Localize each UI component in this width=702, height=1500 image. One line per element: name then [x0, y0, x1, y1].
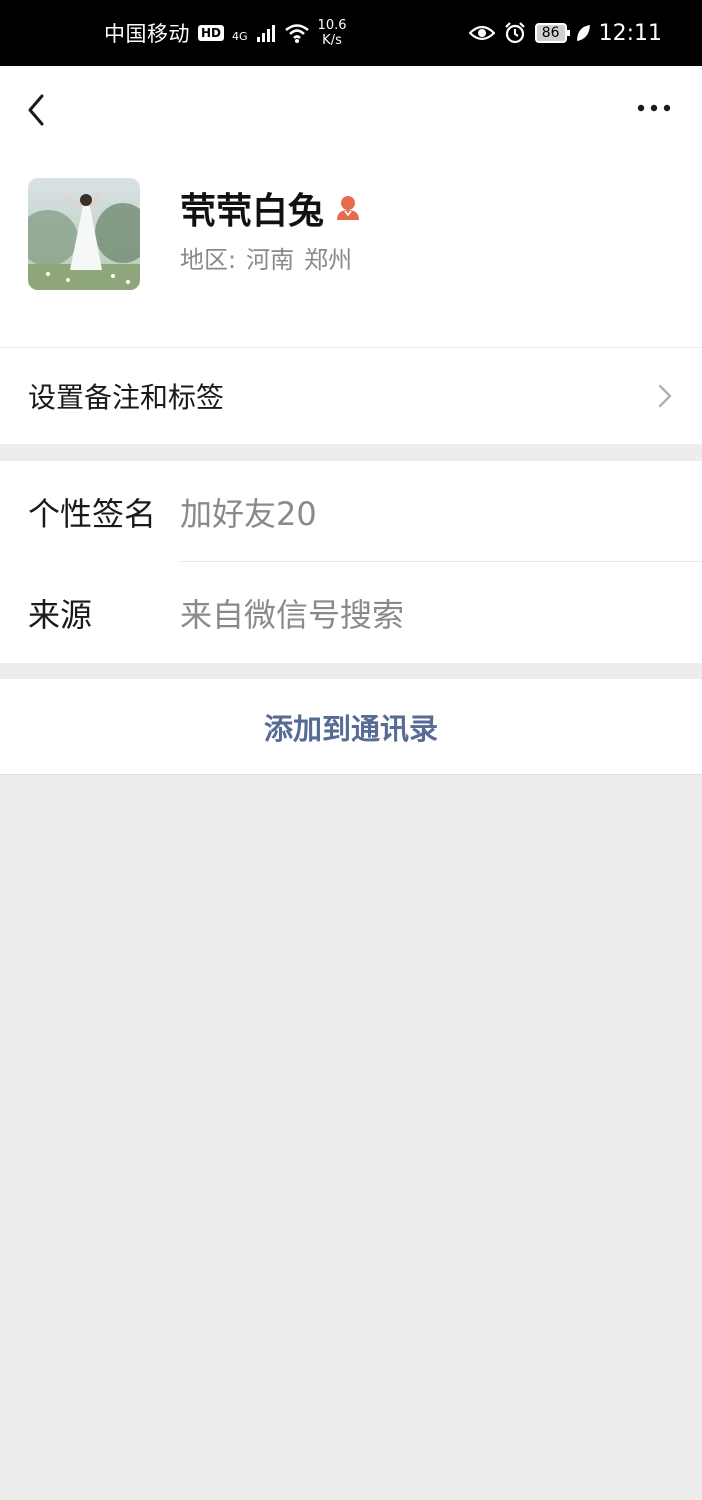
- region-info: 地区: 河南 郑州: [180, 240, 352, 275]
- leaf-icon: [576, 25, 590, 41]
- avatar-image: [28, 178, 140, 290]
- eye-icon: [468, 25, 495, 41]
- source-row: 来源 来自微信号搜索: [0, 562, 702, 663]
- nav-bar: [0, 66, 702, 152]
- back-button[interactable]: [22, 90, 52, 130]
- add-to-contacts-label: 添加到通讯录: [263, 711, 438, 746]
- wifi-icon: [284, 24, 309, 43]
- set-remark-tag-row[interactable]: 设置备注和标签: [0, 348, 702, 444]
- source-value: 来自微信号搜索: [180, 595, 405, 634]
- set-remark-tag-label: 设置备注和标签: [28, 381, 225, 414]
- chevron-right-icon: [658, 384, 672, 408]
- carrier-name: 中国移动: [104, 22, 190, 46]
- status-bar-left: 中国移动 HD 4G 10.6 K/s: [104, 18, 347, 48]
- info-group: 个性签名 加好友20 来源 来自微信号搜索: [0, 461, 702, 663]
- speed-unit: K/s: [322, 33, 342, 48]
- female-gender-icon: [337, 196, 360, 220]
- hd-badge: HD: [198, 25, 225, 41]
- signature-row: 个性签名 加好友20: [0, 461, 702, 562]
- signature-value: 加好友20: [180, 494, 317, 533]
- clock: 12:11: [598, 20, 662, 46]
- region-province: 河南: [246, 246, 295, 274]
- network-speed: 10.6 K/s: [318, 18, 347, 48]
- battery-indicator: 86: [534, 23, 570, 43]
- more-dots-icon[interactable]: [636, 100, 672, 116]
- avatar[interactable]: [28, 178, 140, 290]
- speed-value: 10.6: [317, 18, 347, 33]
- source-label: 来源: [28, 595, 93, 634]
- profile-header: 茕茕白兔 地区: 河南 郑州: [0, 152, 702, 347]
- network-type: 4G: [232, 30, 248, 43]
- name-row: 茕茕白兔: [180, 182, 362, 234]
- region-label: 地区:: [180, 246, 237, 274]
- region-city: 郑州: [304, 246, 353, 274]
- nickname: 茕茕白兔: [180, 191, 325, 232]
- status-bar: 中国移动 HD 4G 10.6 K/s 86 12:11: [0, 0, 702, 66]
- status-bar-right: 86 12:11: [468, 20, 662, 46]
- signature-label: 个性签名: [28, 494, 157, 533]
- alarm-icon: [504, 22, 525, 44]
- signal-icon: [256, 25, 275, 42]
- add-to-contacts-button[interactable]: 添加到通讯录: [0, 679, 702, 775]
